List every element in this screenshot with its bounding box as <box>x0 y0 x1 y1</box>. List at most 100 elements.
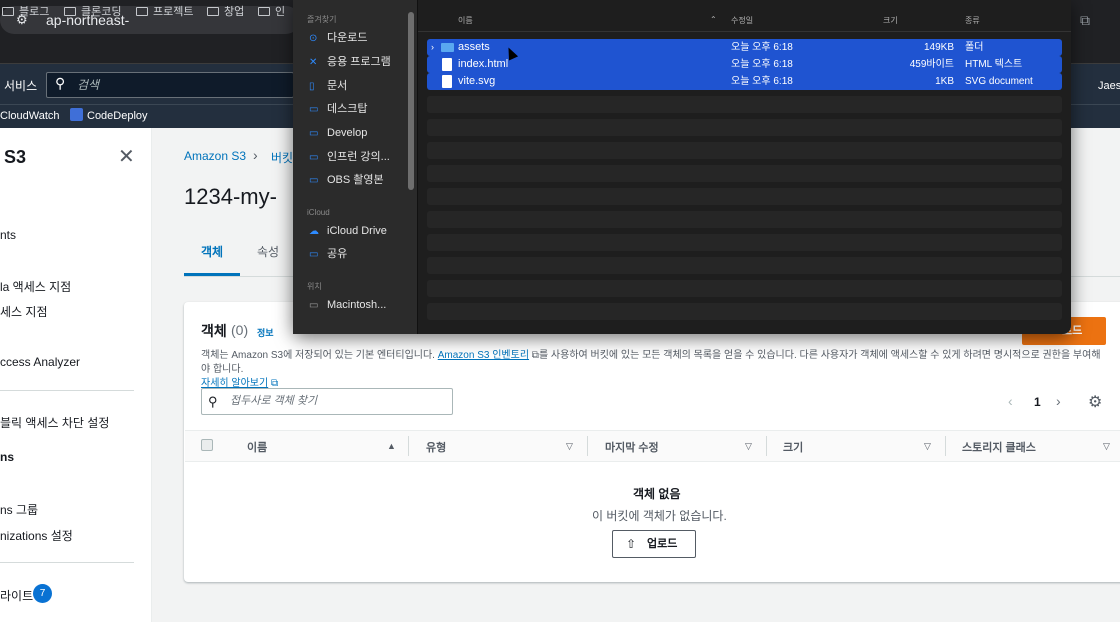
empty-row <box>427 280 1062 297</box>
picker-item-desktop[interactable]: ▭ 데스크탑 <box>309 100 367 118</box>
favorite-codedeploy[interactable]: CodeDeploy <box>87 110 148 122</box>
chevron-right-icon[interactable]: › <box>1056 393 1061 409</box>
picker-item-develop[interactable]: ▭ Develop <box>309 124 367 142</box>
locations-section-label: 위치 <box>307 282 322 291</box>
file-modified: 오늘 오후 6:18 <box>731 42 793 53</box>
file-size: 149KB <box>923 42 954 53</box>
folder-icon <box>441 43 454 52</box>
picker-item-inflearn[interactable]: ▭ 인프런 강의... <box>309 148 390 166</box>
bookmark-other[interactable]: 인 <box>258 3 285 21</box>
disclosure-chevron-icon[interactable]: › <box>431 39 434 56</box>
column-type[interactable]: 유형 <box>426 439 446 455</box>
icloud-section-label: iCloud <box>307 208 330 217</box>
sidebar-item-object-lambda-access-points[interactable]: la 액세스 지점 <box>0 278 71 295</box>
objects-panel-title: 객체 <box>201 323 227 339</box>
codedeploy-icon <box>70 108 83 121</box>
folder-icon <box>64 7 76 16</box>
bookmark-blog[interactable]: 블로그 <box>2 3 49 21</box>
desktop-icon: ▭ <box>309 104 319 115</box>
info-link[interactable]: 정보 <box>257 326 274 339</box>
favorite-cloudwatch[interactable]: CloudWatch <box>0 110 60 122</box>
picker-item-downloads[interactable]: ⊙ 다운로드 <box>309 29 367 47</box>
sidebar-item-organizations-settings[interactable]: nizations 설정 <box>0 527 73 544</box>
s3-sidebar <box>0 128 152 622</box>
column-size[interactable]: 크기 <box>783 439 803 455</box>
objects-count: (0) <box>231 322 249 338</box>
sort-icon[interactable]: ▽ <box>566 441 573 452</box>
sidebar-item-access-analyzer[interactable]: ccess Analyzer <box>0 355 80 369</box>
picker-item-icloud-drive[interactable]: ☁ iCloud Drive <box>309 222 387 240</box>
folder-icon <box>2 7 14 16</box>
picker-sidebar-scrollbar[interactable] <box>408 12 414 190</box>
document-icon: ▯ <box>309 81 315 92</box>
file-kind: 폴더 <box>965 42 984 53</box>
column-name[interactable]: 이름 <box>247 439 267 455</box>
breadcrumb-amazon-s3[interactable]: Amazon S3 <box>184 149 246 163</box>
header-modified[interactable]: 수정일 <box>731 15 753 26</box>
picker-item-applications[interactable]: ✕ 응용 프로그램 <box>309 53 391 71</box>
object-search-input[interactable]: 접두사로 객체 찾기 <box>201 388 453 415</box>
breadcrumb-buckets[interactable]: 버킷 <box>271 149 293 166</box>
aws-search-input[interactable]: 검색 <box>46 72 294 98</box>
sort-icon[interactable]: ▽ <box>924 441 931 452</box>
picker-item-shared[interactable]: ▭ 공유 <box>309 245 347 263</box>
folder-icon: ▭ <box>309 152 319 163</box>
empty-row <box>427 303 1062 320</box>
close-icon[interactable]: ✕ <box>118 144 135 169</box>
page-number[interactable]: 1 <box>1034 395 1041 409</box>
upload-icon: ⇧ <box>626 537 637 551</box>
sidebar-divider <box>0 390 134 391</box>
empty-row <box>427 257 1062 274</box>
cloud-icon: ☁ <box>309 226 319 237</box>
sidebar-item-block-public-access[interactable]: 블릭 액세스 차단 설정 <box>0 414 109 431</box>
file-size: 459바이트 <box>909 59 954 70</box>
extensions-icon[interactable]: ⧉ <box>1080 12 1090 29</box>
folder-icon: ▭ <box>309 128 319 139</box>
select-all-checkbox[interactable] <box>201 439 213 451</box>
sidebar-item-access-points[interactable]: 세스 지점 <box>0 303 48 320</box>
file-kind: SVG document <box>965 76 1033 87</box>
applications-icon: ✕ <box>309 57 318 68</box>
sidebar-item-feature-spotlight[interactable]: 라이트 <box>0 587 33 604</box>
sort-ascending-icon[interactable]: ▲ <box>387 441 396 451</box>
chevron-up-icon[interactable]: ⌃ <box>710 15 717 24</box>
upload-button[interactable]: 업로드 <box>612 530 696 558</box>
svg-file-icon <box>442 75 452 88</box>
inventory-link[interactable]: Amazon S3 인벤토리 <box>438 350 529 361</box>
sidebar-section-storage-lens[interactable]: ns <box>0 450 14 464</box>
empty-row <box>427 119 1062 136</box>
column-storage-class[interactable]: 스토리지 클래스 <box>962 439 1036 455</box>
chevron-left-icon[interactable]: ‹ <box>1008 393 1013 409</box>
sort-icon[interactable]: ▽ <box>745 441 752 452</box>
picker-item-documents[interactable]: ▯ 문서 <box>309 77 347 95</box>
folder-icon <box>258 7 270 16</box>
bookmark-startup[interactable]: 창업 <box>207 3 244 21</box>
bookmark-project[interactable]: 프로젝트 <box>136 3 193 21</box>
empty-row <box>427 234 1062 251</box>
notification-badge: 7 <box>33 584 52 603</box>
sidebar-item-lens-groups[interactable]: ns 그룹 <box>0 501 38 518</box>
sidebar-item-buckets[interactable]: nts <box>0 228 16 242</box>
sort-icon[interactable]: ▽ <box>1103 441 1110 452</box>
folder-icon <box>136 7 148 16</box>
services-menu[interactable]: 서비스 <box>4 77 37 94</box>
tab-objects[interactable]: 객체 <box>184 238 240 276</box>
gear-icon[interactable]: ⚙ <box>1088 392 1102 412</box>
empty-state-title: 객체 없음 <box>633 487 681 501</box>
folder-icon <box>207 7 219 16</box>
column-last-modified[interactable]: 마지막 수정 <box>605 439 659 455</box>
user-menu[interactable]: Jaes <box>1098 80 1120 92</box>
picker-item-obs[interactable]: ▭ OBS 촬영본 <box>309 171 384 189</box>
tab-properties[interactable]: 속성 <box>246 238 290 276</box>
header-name[interactable]: 이름 <box>458 15 473 26</box>
picker-item-macintosh[interactable]: ▭ Macintosh... <box>309 296 386 314</box>
header-kind[interactable]: 종류 <box>965 15 980 26</box>
file-size: 1KB <box>935 76 954 87</box>
column-divider <box>766 436 767 456</box>
empty-state-message: 이 버킷에 객체가 없습니다. <box>592 509 727 523</box>
bookmark-clone-coding[interactable]: 클론코딩 <box>64 3 121 21</box>
empty-row <box>427 142 1062 159</box>
header-size[interactable]: 크기 <box>883 15 898 26</box>
file-modified: 오늘 오후 6:18 <box>731 59 793 70</box>
external-link-icon: ⧉ <box>529 350 539 361</box>
